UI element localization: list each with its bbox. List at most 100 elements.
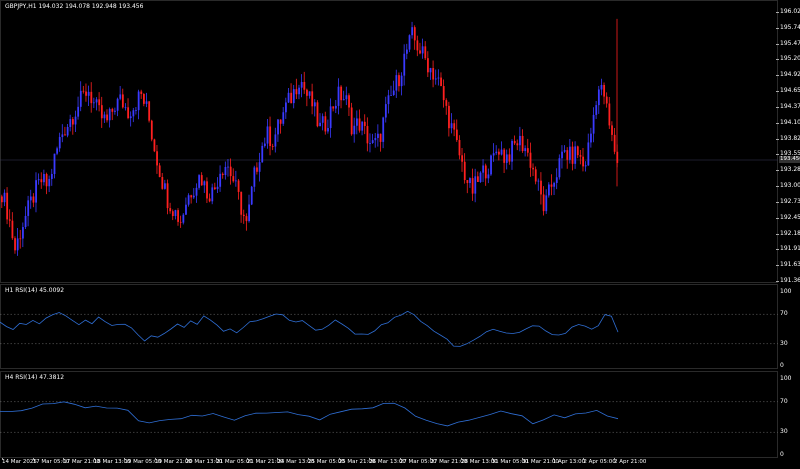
- time-axis-tick: [369, 458, 371, 460]
- candle: [269, 116, 272, 156]
- candle: [547, 182, 550, 198]
- price-axis-tick: [776, 201, 779, 203]
- candle: [498, 148, 500, 161]
- candle: [490, 154, 492, 176]
- price-axis-tick: [776, 27, 779, 29]
- time-axis-tick: [430, 458, 432, 460]
- candle: [603, 82, 606, 105]
- candle: [1, 194, 3, 209]
- candle: [135, 106, 137, 115]
- time-axis-tick: [2, 458, 3, 460]
- candle: [411, 21, 414, 39]
- candle: [600, 78, 603, 96]
- time-axis-tick: [216, 458, 218, 460]
- candle: [11, 212, 14, 240]
- candle: [58, 132, 61, 152]
- candle: [408, 34, 411, 53]
- candle: [574, 141, 577, 169]
- candle: [356, 110, 358, 135]
- time-axis-tick: [461, 458, 462, 460]
- candle: [16, 228, 19, 256]
- candle: [308, 91, 311, 99]
- price-axis-tick: [776, 59, 779, 61]
- price-axis-label: 192.455: [780, 213, 800, 221]
- candle: [43, 169, 45, 186]
- candle: [427, 51, 429, 78]
- candle: [519, 126, 521, 152]
- candle: [253, 165, 256, 192]
- candle: [419, 42, 421, 55]
- candle: [550, 174, 553, 196]
- candle: [61, 124, 64, 143]
- candle: [221, 172, 224, 179]
- candle: [463, 153, 466, 184]
- candle: [371, 133, 374, 144]
- candle: [613, 127, 616, 155]
- candle: [277, 119, 279, 142]
- rsi-h4-chart[interactable]: [0, 371, 778, 458]
- candle: [592, 107, 595, 143]
- candle: [295, 78, 298, 99]
- candle: [258, 152, 261, 182]
- candle: [476, 171, 479, 183]
- candle: [211, 183, 214, 205]
- candle: [235, 170, 237, 187]
- candle: [103, 111, 106, 123]
- candle: [27, 195, 30, 227]
- candle: [561, 145, 563, 169]
- candle: [203, 180, 206, 193]
- candle: [542, 186, 545, 216]
- candle: [116, 97, 119, 117]
- candle: [442, 79, 445, 108]
- candle: [48, 175, 51, 193]
- candle: [266, 118, 269, 149]
- candle: [106, 109, 108, 123]
- candle: [532, 163, 535, 176]
- candle: [319, 113, 322, 127]
- candle: [208, 193, 211, 203]
- price-axis-label: 196.020: [780, 8, 800, 15]
- candle: [553, 181, 556, 196]
- price-axis-label: 191.635: [780, 261, 800, 269]
- candle: [164, 179, 166, 190]
- candle: [216, 177, 219, 193]
- candle: [390, 85, 393, 96]
- candle: [256, 162, 258, 175]
- time-axis-label: 1 Apr 13:00: [552, 459, 586, 465]
- price-axis-label: 193.825: [780, 134, 800, 142]
- candle: [40, 172, 43, 189]
- candle: [245, 213, 248, 231]
- rsi-h1-chart[interactable]: [0, 284, 778, 369]
- candle: [516, 139, 519, 151]
- price-axis-tick: [776, 249, 779, 251]
- time-axis-tick: [308, 458, 309, 460]
- candle: [363, 114, 366, 135]
- candle: [19, 229, 22, 249]
- candle: [8, 209, 11, 228]
- candle: [74, 110, 77, 133]
- candle: [469, 177, 471, 188]
- candle: [171, 209, 174, 221]
- price-axis-tick: [776, 170, 779, 172]
- main-price-chart[interactable]: [0, 0, 778, 283]
- candle: [219, 165, 222, 192]
- time-axis-tick: [277, 458, 279, 460]
- candle: [285, 97, 287, 119]
- candle: [87, 85, 90, 106]
- candle: [85, 83, 87, 102]
- candle: [537, 178, 540, 191]
- price-axis-tick: [776, 186, 779, 188]
- candle: [513, 135, 516, 145]
- candle: [495, 145, 498, 156]
- candle: [448, 101, 450, 137]
- price-axis-label: 194.100: [780, 118, 800, 126]
- time-axis-label: 2 Apr 21:00: [614, 459, 647, 465]
- candle: [571, 141, 574, 171]
- candle: [214, 182, 216, 191]
- candle: [395, 69, 398, 98]
- candle: [484, 163, 487, 186]
- candle: [340, 85, 343, 109]
- candle: [566, 147, 569, 169]
- price-axis-label: 193.005: [780, 182, 800, 190]
- candle: [500, 141, 503, 156]
